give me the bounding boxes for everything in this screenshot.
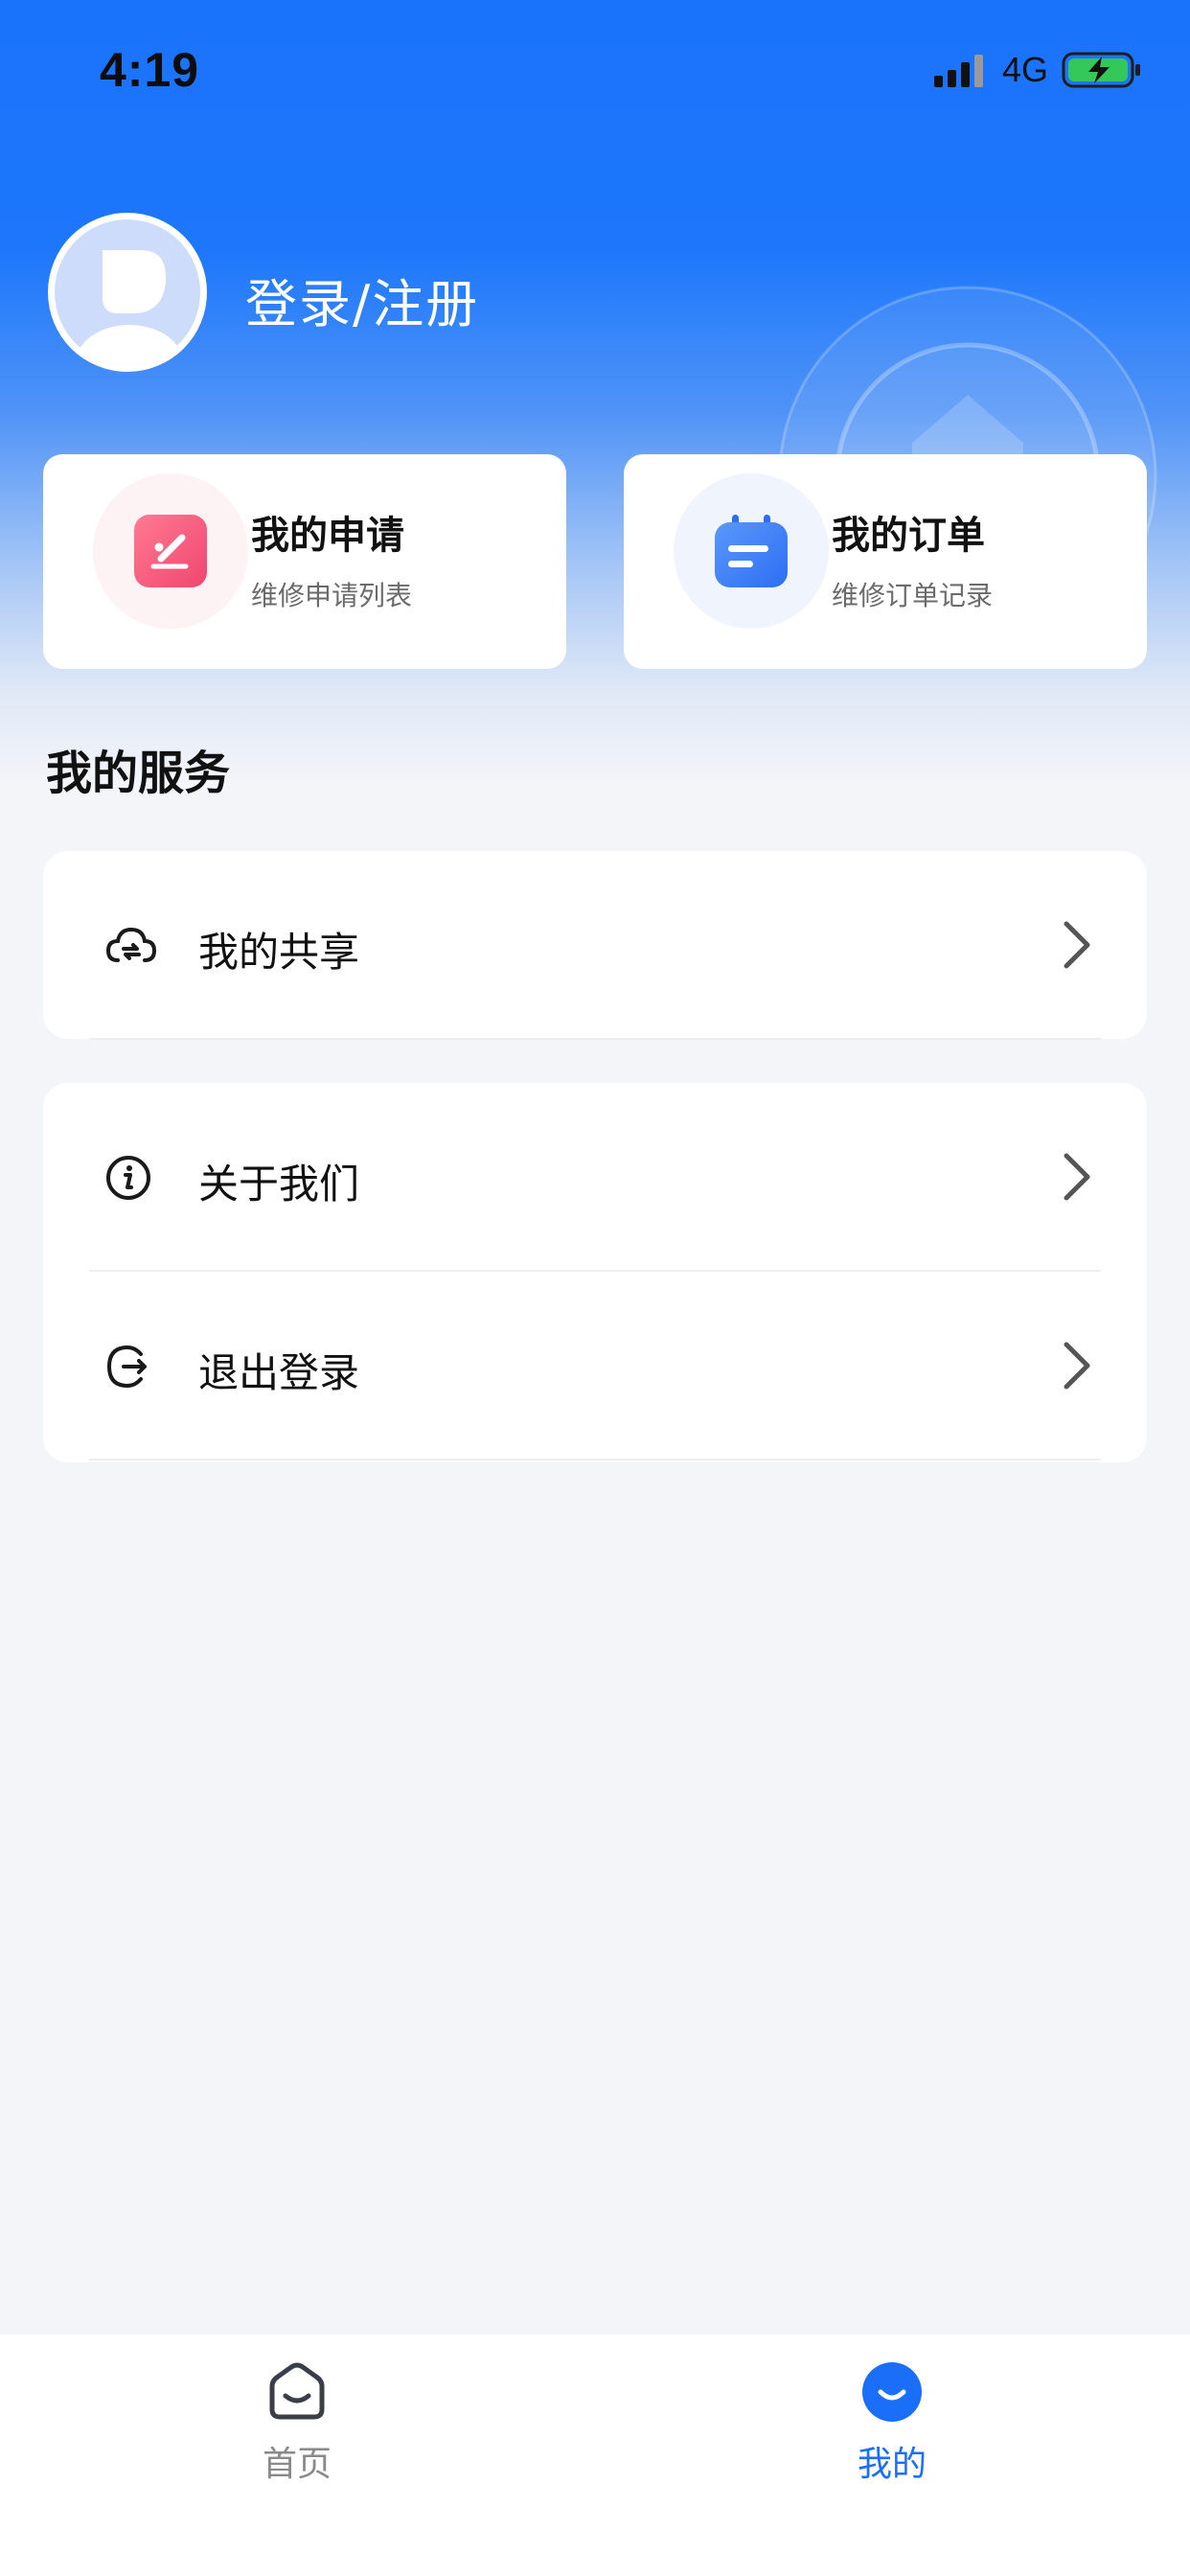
network-type: 4G — [1001, 50, 1048, 89]
menu-item-my-share[interactable]: 我的共享 — [43, 851, 1147, 1040]
menu-item-label: 我的共享 — [198, 929, 360, 976]
login-register-link[interactable]: 登录/注册 — [245, 262, 479, 337]
divider — [89, 1038, 1101, 1040]
menu-item-about-us[interactable]: 关于我们 — [43, 1083, 1147, 1272]
card-title: 我的订单 — [832, 514, 985, 558]
status-indicators: 4G — [933, 50, 1142, 90]
section-title-services: 我的服务 — [46, 747, 231, 800]
tab-mine[interactable]: 我的 — [796, 2334, 988, 2526]
battery-charging-icon — [1062, 52, 1140, 88]
home-indicator — [436, 2534, 754, 2545]
status-time: 4:19 — [100, 43, 200, 97]
service-group: 关于我们 退出登录 — [43, 1083, 1147, 1462]
info-icon — [106, 1156, 150, 1200]
divider — [89, 1459, 1101, 1460]
my-orders-card[interactable]: 我的订单 维修订单记录 — [624, 454, 1147, 669]
card-title: 我的申请 — [251, 514, 404, 558]
card-subtitle: 维修订单记录 — [832, 580, 994, 611]
default-avatar-icon — [76, 250, 183, 365]
menu-item-logout[interactable]: 退出登录 — [43, 1272, 1147, 1460]
profile-smile-icon — [862, 2362, 922, 2422]
signal-icon — [933, 53, 983, 87]
tab-home[interactable]: 首页 — [201, 2334, 393, 2526]
logout-icon — [106, 1345, 147, 1389]
chevron-right-icon — [1064, 921, 1090, 969]
chevron-right-icon — [1064, 1153, 1090, 1201]
menu-item-label: 退出登录 — [198, 1349, 360, 1396]
tab-label: 我的 — [857, 2445, 927, 2484]
chevron-right-icon — [1064, 1342, 1090, 1390]
cloud-share-icon — [105, 927, 157, 962]
home-smile-icon — [269, 2362, 325, 2420]
service-group: 我的共享 — [43, 851, 1147, 1040]
menu-item-label: 关于我们 — [198, 1161, 360, 1208]
edit-document-icon — [134, 515, 207, 587]
tab-label: 首页 — [262, 2445, 332, 2484]
my-applications-card[interactable]: 我的申请 维修申请列表 — [43, 454, 566, 669]
calendar-list-icon — [715, 515, 788, 587]
card-subtitle: 维修申请列表 — [251, 580, 413, 611]
avatar[interactable] — [48, 213, 207, 372]
